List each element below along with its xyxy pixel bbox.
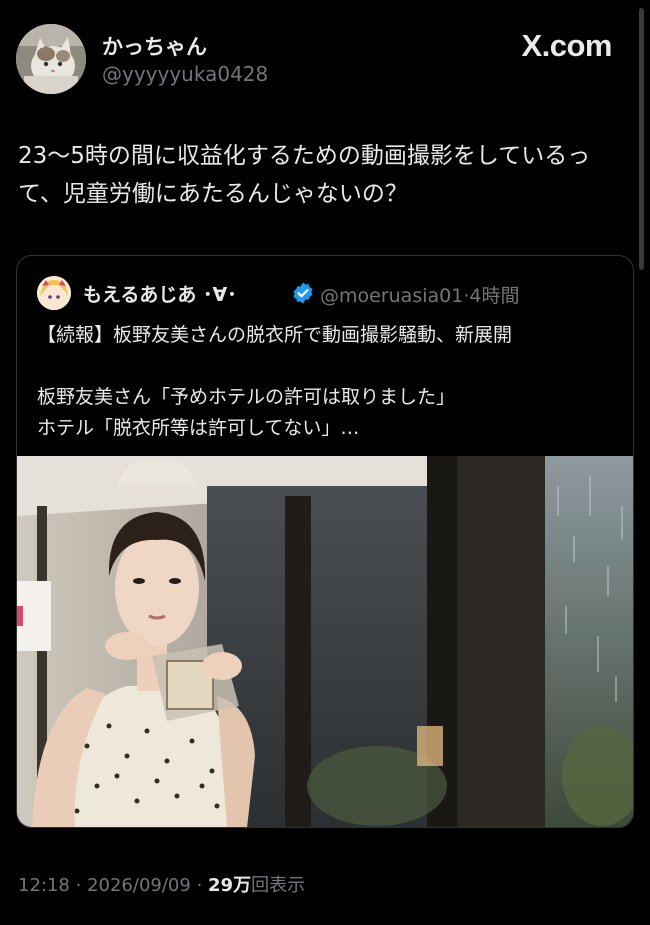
quoted-tweet-card[interactable]: もえるあじあ ･∀･ @moeruasia01·4時間 【続報】板野友美さんの脱… <box>16 255 634 828</box>
author-names: かっちゃん @yyyyyuka0428 <box>102 34 268 88</box>
cat-avatar-image <box>16 24 86 94</box>
woman-in-room-photo <box>17 456 633 827</box>
quoted-time[interactable]: 4時間 <box>469 285 519 307</box>
scrollbar[interactable] <box>639 8 644 270</box>
quoted-meta: @moeruasia01·4時間 <box>320 281 519 308</box>
tweet-header: かっちゃん @yyyyyuka0428 X.com <box>16 24 620 96</box>
quoted-handle[interactable]: @moeruasia01 <box>320 285 463 307</box>
anime-avatar-image <box>37 276 71 310</box>
quoted-tweet-text: 【続報】板野友美さんの脱衣所で動画撮影騒動、新展開 板野友美さん「予めホテルの許… <box>37 324 513 439</box>
author-display-name[interactable]: かっちゃん <box>102 34 268 60</box>
x-brand-label: X.com <box>521 28 612 63</box>
quoted-tweet-header: もえるあじあ ･∀･ @moeruasia01·4時間 <box>37 276 623 312</box>
verified-badge-icon <box>293 282 313 304</box>
footer-separator: · <box>75 875 82 896</box>
tweet-text: 23〜5時の間に収益化するための動画撮影をしているって、児童労働にあたるんじゃな… <box>18 143 591 207</box>
quoted-display-name[interactable]: もえるあじあ ･∀･ <box>83 280 237 307</box>
avatar[interactable] <box>16 24 86 94</box>
post-date[interactable]: 2026/09/09 <box>87 875 191 896</box>
tweet-footer: 12:18 · 2026/09/09 · 29万回表示 <box>18 871 305 897</box>
post-time[interactable]: 12:18 <box>18 875 70 896</box>
x-logo: X.com <box>521 28 612 64</box>
footer-separator: · <box>196 875 203 896</box>
views-count[interactable]: 29万 <box>208 875 251 896</box>
author-handle[interactable]: @yyyyyuka0428 <box>102 60 268 88</box>
quoted-avatar[interactable] <box>37 276 71 310</box>
quoted-media-image[interactable] <box>17 456 633 827</box>
views-label: 回表示 <box>251 875 306 896</box>
